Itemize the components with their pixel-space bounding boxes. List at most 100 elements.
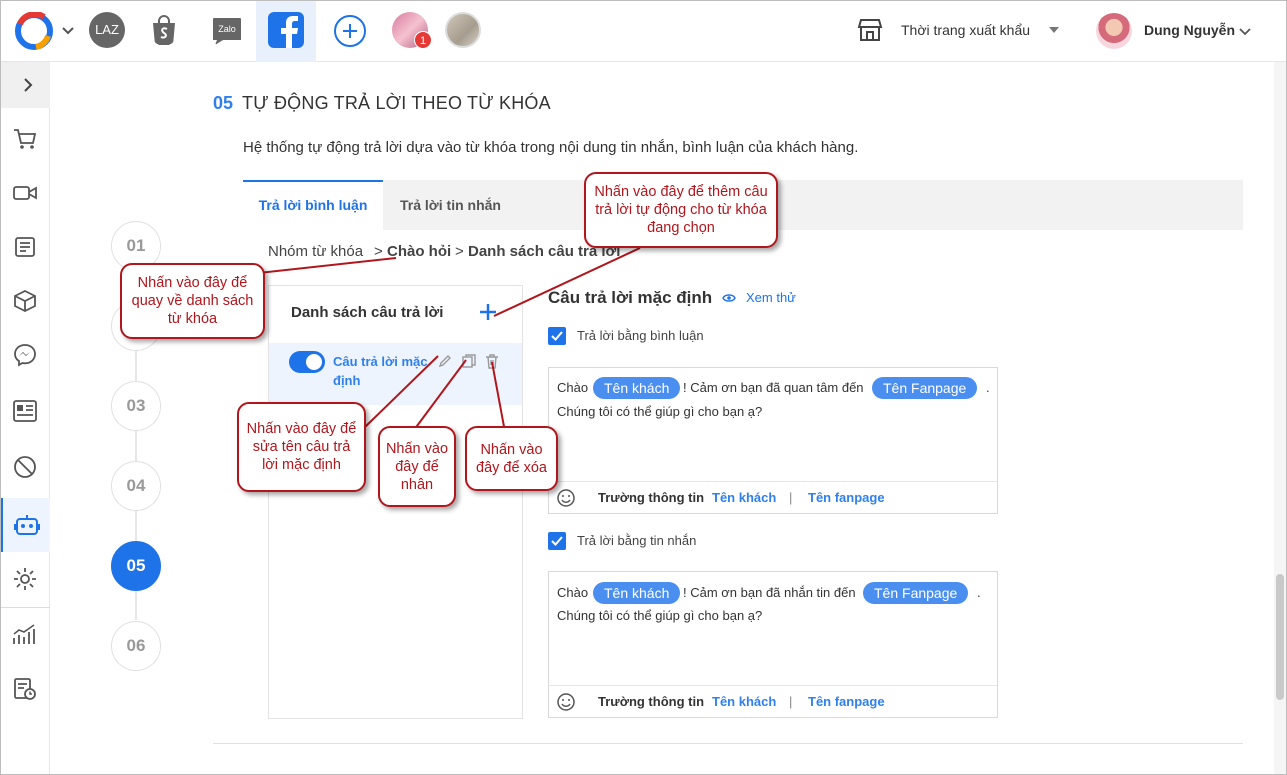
sidebar-item-products[interactable] — [0, 276, 50, 326]
user-name[interactable]: Dung Nguyễn — [1144, 22, 1235, 38]
customer-name-chip[interactable]: Tên khách — [593, 377, 681, 399]
svg-text:Zalo: Zalo — [218, 24, 236, 34]
insert-customer-name-link[interactable]: Tên khách — [712, 490, 776, 505]
comment-greeting: Chào — [557, 380, 589, 395]
sidebar-toggle[interactable] — [0, 62, 50, 108]
sidebar-item-settings[interactable] — [0, 554, 50, 604]
top-bar: LAZ Zalo 1 Thời trang xuất khẩu Dung Ngu… — [0, 0, 1287, 62]
messenger-icon — [14, 344, 36, 367]
message-text-middle: ! Cảm ơn bạn đã nhắn tin đến — [683, 585, 856, 600]
bot-icon — [13, 515, 40, 535]
tab-message-reply[interactable]: Trả lời tin nhắn — [383, 180, 518, 230]
sidebar-item-autoreply-bot[interactable] — [0, 498, 50, 552]
fanpage-name-chip[interactable]: Tên Fanpage — [872, 377, 978, 399]
footer-separator: | — [789, 694, 793, 709]
page-title: TỰ ĐỘNG TRẢ LỜI THEO TỪ KHÓA — [242, 93, 551, 113]
sidebar-item-live-video[interactable] — [0, 168, 50, 218]
sidebar-item-posts[interactable] — [0, 222, 50, 272]
comment-text-line2: Chúng tôi có thể giúp gì cho bạn ạ? — [557, 404, 763, 419]
facebook-icon — [268, 12, 304, 48]
chevron-down-icon[interactable] — [1238, 24, 1252, 38]
check-icon — [551, 331, 563, 341]
emoji-icon[interactable] — [557, 489, 575, 507]
avatar[interactable] — [1096, 13, 1132, 49]
breadcrumb-separator: > — [455, 243, 464, 260]
step-05[interactable]: 05 — [111, 541, 161, 591]
breadcrumb-separator: > — [374, 243, 383, 260]
sidebar-divider — [0, 607, 50, 608]
comment-reply-checkbox[interactable] — [548, 327, 566, 345]
chart-icon — [13, 624, 35, 644]
video-icon — [13, 186, 37, 200]
app-logo-icon[interactable] — [14, 12, 56, 50]
eye-icon[interactable] — [722, 293, 736, 303]
lazada-channel-icon[interactable]: LAZ — [89, 12, 125, 48]
chevron-down-icon[interactable] — [60, 22, 76, 38]
store-icon — [857, 19, 883, 41]
default-answer-title: Câu trả lời mặc định — [548, 288, 713, 307]
sidebar-item-statistics[interactable] — [0, 610, 50, 660]
callout-back-to-keywords: Nhấn vào đây để quay về danh sách từ khó… — [120, 263, 265, 339]
cart-icon — [14, 129, 37, 149]
comment-text-end: . — [986, 380, 990, 395]
step-03[interactable]: 03 — [111, 381, 161, 431]
sidebar-item-history[interactable] — [0, 664, 50, 714]
add-channel-button[interactable] — [334, 15, 366, 47]
message-greeting: Chào — [557, 585, 589, 600]
plus-icon — [343, 24, 357, 38]
section-number: 05 — [213, 93, 234, 113]
insert-fanpage-name-link[interactable]: Tên fanpage — [808, 490, 885, 505]
sidebar-item-orders-cart[interactable] — [0, 114, 50, 164]
comment-editor-footer: Trường thông tin Tên khách | Tên fanpage — [549, 481, 997, 513]
callout-delete: Nhấn vào đây để xóa — [465, 426, 558, 491]
tab-comment-reply[interactable]: Trả lời bình luận — [243, 180, 383, 230]
message-text-line2: Chúng tôi có thể giúp gì cho bạn ạ? — [557, 608, 763, 623]
page-avatar-2[interactable] — [445, 12, 481, 48]
trash-icon[interactable] — [484, 353, 500, 369]
callout-edit-name: Nhấn vào đây để sửa tên câu trả lời mặc … — [237, 402, 366, 492]
shopee-channel-icon[interactable] — [150, 14, 178, 46]
scrollbar-thumb[interactable] — [1276, 574, 1284, 700]
answer-item-label[interactable]: Câu trả lời mặc định — [333, 352, 433, 390]
comment-reply-label: Trả lời bằng bình luận — [577, 328, 704, 343]
left-sidebar — [0, 62, 50, 775]
profile-icon — [13, 400, 37, 422]
settings-icon — [14, 568, 36, 590]
caret-down-icon[interactable] — [1049, 27, 1059, 33]
answer-active-toggle[interactable] — [289, 351, 325, 373]
emoji-icon[interactable] — [557, 693, 575, 711]
orders-icon — [15, 237, 35, 257]
answer-list-title: Danh sách câu trả lời — [291, 304, 444, 321]
store-selector[interactable]: Thời trang xuất khẩu — [901, 22, 1030, 38]
sidebar-item-blacklist[interactable] — [0, 442, 50, 492]
sidebar-item-customers[interactable] — [0, 386, 50, 436]
step-04[interactable]: 04 — [111, 461, 161, 511]
box-icon — [14, 289, 36, 313]
step-06[interactable]: 06 — [111, 621, 161, 671]
preview-link[interactable]: Xem thử — [746, 290, 796, 305]
fields-label: Trường thông tin — [598, 490, 705, 505]
message-text-end: . — [977, 585, 981, 600]
report-icon — [14, 678, 36, 700]
check-icon — [551, 536, 563, 546]
callout-duplicate: Nhấn vào đây để nhân — [378, 426, 456, 507]
facebook-channel-tab[interactable] — [256, 0, 316, 62]
section-description: Hệ thống tự động trả lời dựa vào từ khóa… — [243, 139, 859, 156]
message-reply-checkbox[interactable] — [548, 532, 566, 550]
notification-badge: 1 — [414, 31, 432, 49]
breadcrumb-root[interactable]: Nhóm từ khóa — [268, 243, 363, 260]
zalo-channel-icon[interactable]: Zalo — [209, 12, 245, 48]
section-divider — [213, 743, 1243, 744]
insert-customer-name-link[interactable]: Tên khách — [712, 694, 776, 709]
breadcrumb-group[interactable]: Chào hỏi — [387, 243, 451, 260]
insert-fanpage-name-link[interactable]: Tên fanpage — [808, 694, 885, 709]
customer-name-chip[interactable]: Tên khách — [593, 582, 681, 604]
callout-add-answer: Nhấn vào đây để thêm câu trả lời tự động… — [584, 172, 778, 248]
message-reply-label: Trả lời bằng tin nhắn — [577, 533, 697, 548]
block-icon — [14, 456, 36, 478]
sidebar-item-messages[interactable] — [0, 330, 50, 380]
fanpage-name-chip[interactable]: Tên Fanpage — [863, 582, 969, 604]
pencil-icon[interactable] — [437, 353, 453, 369]
duplicate-icon[interactable] — [461, 353, 477, 369]
add-answer-button[interactable] — [478, 302, 498, 322]
